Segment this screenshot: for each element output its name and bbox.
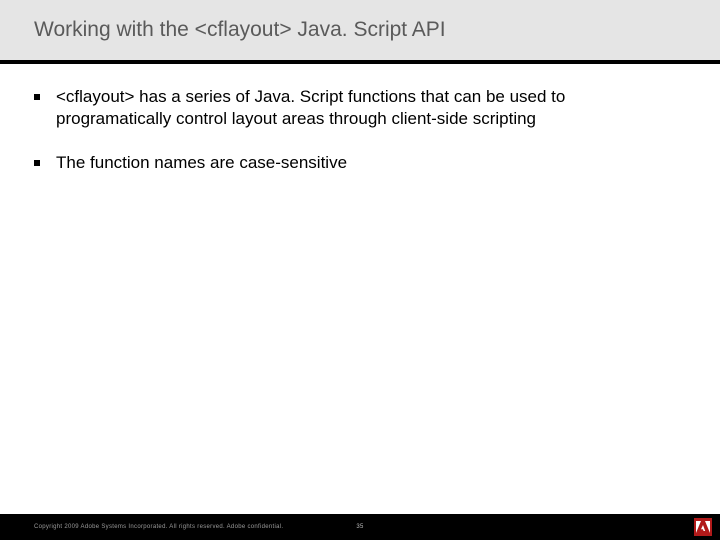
list-item: <cflayout> has a series of Java. Script … xyxy=(34,86,680,130)
adobe-logo-icon xyxy=(694,518,712,536)
title-band: Working with the <cflayout> Java. Script… xyxy=(0,0,720,60)
list-item: The function names are case-sensitive xyxy=(34,152,680,174)
bullet-text: The function names are case-sensitive xyxy=(56,152,347,174)
slide-title: Working with the <cflayout> Java. Script… xyxy=(34,18,446,42)
content-area: <cflayout> has a series of Java. Script … xyxy=(34,86,680,196)
footer-page-number: 35 xyxy=(356,524,363,530)
title-divider xyxy=(0,60,720,64)
slide: Working with the <cflayout> Java. Script… xyxy=(0,0,720,540)
bullet-icon xyxy=(34,160,40,166)
footer-copyright: Copyright 2009 Adobe Systems Incorporate… xyxy=(0,524,694,530)
footer-logo-wrap xyxy=(694,518,712,536)
footer-bar: Copyright 2009 Adobe Systems Incorporate… xyxy=(0,514,720,540)
bullet-text: <cflayout> has a series of Java. Script … xyxy=(56,86,680,130)
bullet-icon xyxy=(34,94,40,100)
